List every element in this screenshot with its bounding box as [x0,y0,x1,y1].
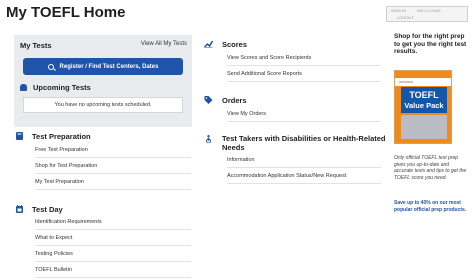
chart-line-icon [204,40,213,48]
sign-in-link[interactable]: SIGN IN [391,8,406,13]
view-scores-link[interactable]: View Scores and Score Recipients [227,55,381,66]
upcoming-tests-title: Upcoming Tests [33,83,91,92]
book-cover-art [401,115,447,139]
what-to-expect-link[interactable]: What to Expect [35,235,191,246]
shop-test-prep-link[interactable]: Shop for Test Preparation [35,163,191,174]
view-orders-link[interactable]: View My Orders [227,111,381,122]
scores-title: Scores [222,40,248,49]
test-preparation-heading: Test Preparation [16,132,91,141]
send-score-reports-link[interactable]: Send Additional Score Reports [227,71,381,82]
identification-requirements-link[interactable]: Identification Requirements [35,219,191,230]
orders-heading: Orders [204,96,247,105]
accessibility-icon [206,135,211,143]
free-test-prep-link[interactable]: Free Test Preparation [35,147,191,158]
my-test-prep-link[interactable]: My Test Preparation [35,179,191,190]
disabilities-heading: Test Takers with Disabilities or Health-… [204,134,386,152]
upcoming-tests-heading: Upcoming Tests [20,83,91,92]
book-title: TOEFL [409,90,439,100]
calendar-icon [16,205,23,213]
logout-link[interactable]: LOGOUT [397,15,414,20]
book-subtitle: Value Pack [404,101,444,110]
toefl-bulletin-link[interactable]: TOEFL Bulletin [35,267,191,278]
welcome-label: WELCOME [417,8,442,13]
promo-headline: Shop for the right prep to get you the r… [394,33,467,55]
register-button[interactable]: Register / Find Test Centers, Dates [23,58,183,75]
accommodation-status-link[interactable]: Accommodation Application Status/New Req… [227,173,381,184]
tag-icon [204,96,213,104]
testing-policies-link[interactable]: Testing Policies [35,251,191,262]
register-button-label: Register / Find Test Centers, Dates [59,63,159,70]
book-icon [16,132,23,140]
test-day-links: Identification Requirements What to Expe… [35,219,191,280]
scores-links: View Scores and Score Recipients Send Ad… [227,55,381,87]
page-title: My TOEFL Home [6,4,126,21]
toefl-value-pack-image[interactable]: TOEFL Value Pack [394,70,452,144]
test-day-heading: Test Day [16,205,63,214]
disabilities-title: Test Takers with Disabilities or Health-… [222,134,386,152]
book-header-band [395,78,451,86]
promo-description: Only official TOEFL test prep gives you … [394,155,467,181]
account-widget[interactable]: SIGN IN WELCOME LOGOUT [386,6,468,22]
promo-save-offer[interactable]: Save up to 40% on our most popular offic… [394,200,468,213]
test-day-title: Test Day [32,205,63,214]
orders-title: Orders [222,96,247,105]
disability-information-link[interactable]: Information [227,157,381,168]
test-preparation-title: Test Preparation [32,132,91,141]
bell-icon [20,84,27,91]
test-preparation-links: Free Test Preparation Shop for Test Prep… [35,147,191,195]
view-all-tests-link[interactable]: View All My Tests [141,41,187,47]
orders-links: View My Orders [227,111,381,127]
my-tests-title: My Tests [20,41,52,50]
search-icon [47,63,54,70]
scores-heading: Scores [204,40,247,49]
no-upcoming-tests-message: You have no upcoming tests scheduled. [23,97,183,113]
my-tests-panel: My Tests View All My Tests Register / Fi… [14,35,192,127]
disabilities-links: Information Accommodation Application St… [227,157,381,189]
